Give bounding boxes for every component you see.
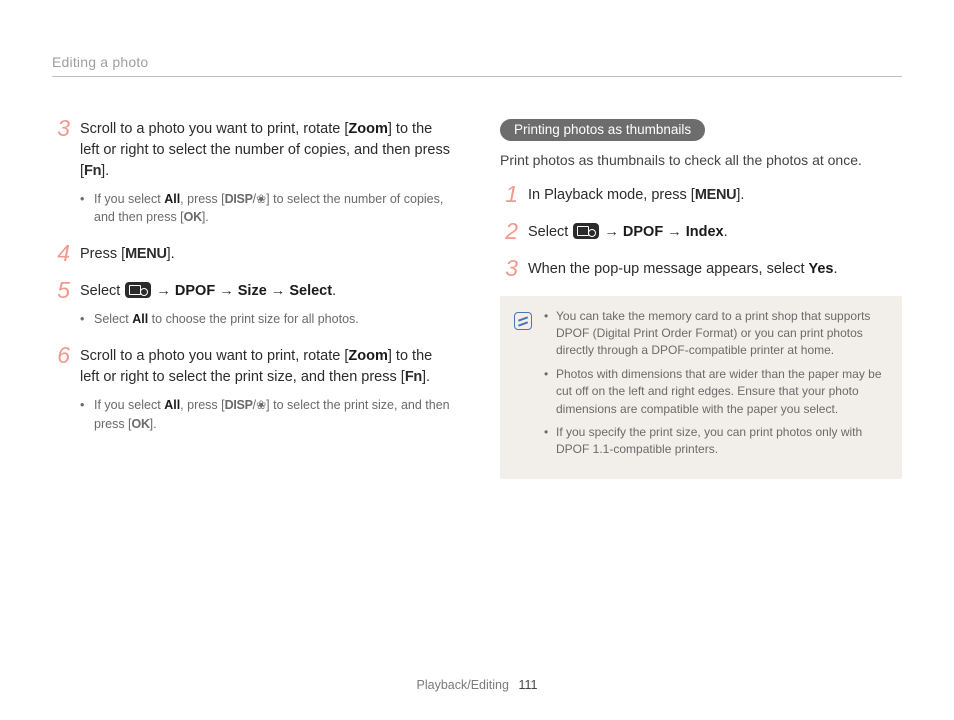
disp-key: DISP (225, 192, 253, 206)
text: Press [ (80, 246, 125, 262)
left-column: 3 Scroll to a photo you want to print, r… (52, 119, 454, 479)
note-item: If you specify the print size, you can p… (544, 424, 886, 459)
all-option: All (132, 312, 148, 326)
text: , press [ (180, 398, 224, 412)
menu-key: MENU (695, 187, 737, 203)
step-number: 6 (52, 344, 70, 434)
text: Scroll to a photo you want to print, rot… (80, 348, 348, 364)
text: ]. (150, 417, 157, 431)
step-number: 2 (500, 220, 518, 243)
text: . (834, 261, 838, 277)
step-number: 3 (52, 117, 70, 228)
step-number: 5 (52, 279, 70, 330)
menu-key: MENU (125, 246, 167, 262)
all-option: All (164, 398, 180, 412)
text: When the pop-up message appears, select (528, 261, 809, 277)
macro-icon: ❀ (256, 193, 266, 205)
notes-box: You can take the memory card to a print … (500, 296, 902, 479)
text: ]. (422, 369, 430, 385)
r-step-1: 1 In Playback mode, press [MENU]. (500, 185, 902, 208)
section-lead: Print photos as thumbnails to check all … (500, 151, 902, 171)
fn-key: Fn (84, 163, 101, 179)
all-option: All (164, 192, 180, 206)
text: Select (528, 224, 572, 240)
text: ]. (167, 246, 175, 262)
text: Scroll to a photo you want to print, rot… (80, 121, 348, 137)
fn-key: Fn (405, 369, 422, 385)
text: . (724, 224, 728, 240)
disp-key: DISP (225, 398, 253, 412)
settings-lozenge-icon (573, 223, 599, 239)
footer-section: Playback/Editing (417, 678, 509, 692)
text: ]. (202, 210, 209, 224)
step-number: 3 (500, 257, 518, 280)
page-number: 111 (518, 678, 537, 692)
text: ]. (101, 163, 109, 179)
arrow: → (152, 283, 175, 299)
r-step-3: 3 When the pop-up message appears, selec… (500, 259, 902, 282)
size-option: Size (238, 283, 267, 299)
text: . (332, 283, 336, 299)
arrow: → (600, 224, 623, 240)
step-number: 4 (52, 242, 70, 265)
index-option: Index (686, 224, 724, 240)
text: If you select (94, 192, 164, 206)
right-column: Printing photos as thumbnails Print phot… (500, 119, 902, 479)
note-item: Photos with dimensions that are wider th… (544, 366, 886, 418)
dpof-option: DPOF (175, 283, 215, 299)
zoom-key: Zoom (348, 348, 387, 364)
arrow: → (215, 283, 238, 299)
macro-icon: ❀ (256, 399, 266, 411)
select-option: Select (289, 283, 332, 299)
dpof-option: DPOF (623, 224, 663, 240)
step-number: 1 (500, 183, 518, 206)
text: Select (80, 283, 124, 299)
text: Select (94, 312, 132, 326)
step-6: 6 Scroll to a photo you want to print, r… (52, 346, 454, 436)
ok-key: OK (184, 210, 202, 224)
text: If you select (94, 398, 164, 412)
note-icon (514, 312, 532, 330)
text: to choose the print size for all photos. (148, 312, 359, 326)
note-item: You can take the memory card to a print … (544, 308, 886, 360)
text: , press [ (180, 192, 224, 206)
section-heading-pill: Printing photos as thumbnails (500, 119, 705, 141)
r-step-2: 2 Select → DPOF → Index. (500, 222, 902, 245)
ok-key: OK (132, 417, 150, 431)
step-5: 5 Select → DPOF → Size → Select. Select … (52, 281, 454, 332)
zoom-key: Zoom (348, 121, 387, 137)
text: In Playback mode, press [ (528, 187, 695, 203)
arrow: → (267, 283, 290, 299)
yes-option: Yes (809, 261, 834, 277)
step-3: 3 Scroll to a photo you want to print, r… (52, 119, 454, 230)
text: ]. (736, 187, 744, 203)
settings-lozenge-icon (125, 282, 151, 298)
step-4: 4 Press [MENU]. (52, 244, 454, 267)
running-header: Editing a photo (52, 54, 902, 77)
arrow: → (663, 224, 686, 240)
page-footer: Playback/Editing 111 (0, 678, 954, 692)
